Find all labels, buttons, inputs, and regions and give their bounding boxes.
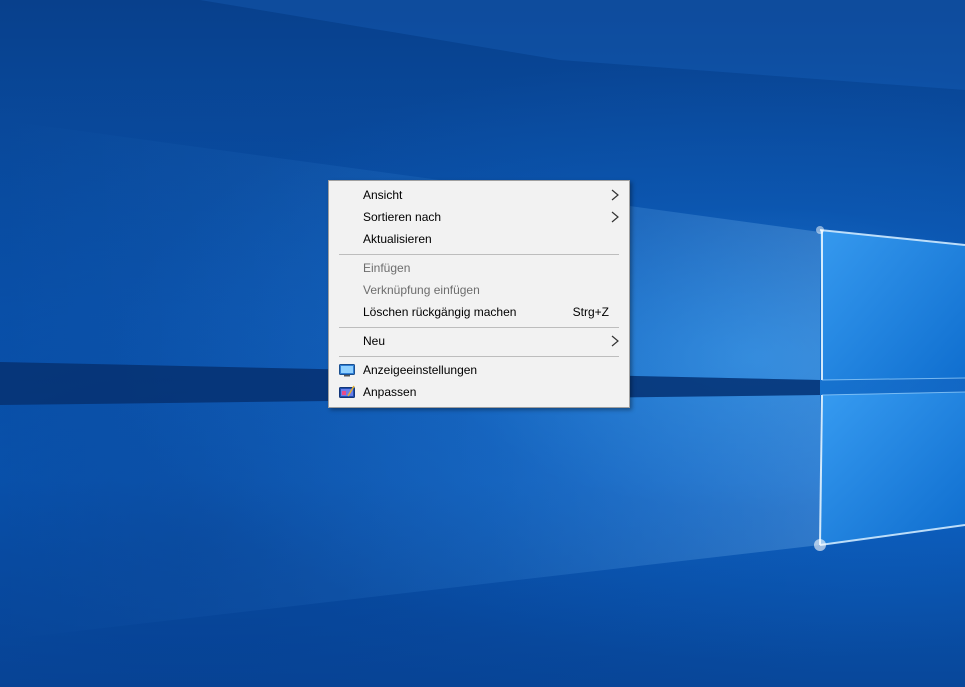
menu-item-shortcut: Strg+Z <box>572 305 609 319</box>
menu-item-label: Ansicht <box>363 188 403 202</box>
menu-item-paste: Einfügen <box>329 257 629 279</box>
chevron-right-icon <box>611 189 619 201</box>
menu-item-undo-delete[interactable]: Löschen rückgängig machen Strg+Z <box>329 301 629 323</box>
menu-item-label: Verknüpfung einfügen <box>363 283 480 297</box>
menu-item-paste-shortcut: Verknüpfung einfügen <box>329 279 629 301</box>
chevron-right-icon <box>611 211 619 223</box>
display-settings-icon <box>339 364 355 377</box>
menu-item-label: Anzeigeeinstellungen <box>363 363 478 377</box>
personalize-icon <box>339 385 355 398</box>
menu-item-label: Löschen rückgängig machen <box>363 305 517 319</box>
menu-item-label: Einfügen <box>363 261 411 275</box>
menu-separator <box>339 356 619 357</box>
menu-item-refresh[interactable]: Aktualisieren <box>329 228 629 250</box>
menu-item-personalize[interactable]: Anpassen <box>329 381 629 403</box>
chevron-right-icon <box>611 335 619 347</box>
menu-separator <box>339 327 619 328</box>
menu-item-view[interactable]: Ansicht <box>329 184 629 206</box>
menu-separator <box>339 254 619 255</box>
menu-item-label: Sortieren nach <box>363 210 442 224</box>
desktop-background[interactable]: Ansicht Sortieren nach Aktualisieren Ein… <box>0 0 965 687</box>
menu-item-label: Anpassen <box>363 385 417 399</box>
menu-item-new[interactable]: Neu <box>329 330 629 352</box>
menu-item-display-settings[interactable]: Anzeigeeinstellungen <box>329 359 629 381</box>
menu-item-sort-by[interactable]: Sortieren nach <box>329 206 629 228</box>
menu-item-label: Aktualisieren <box>363 232 432 246</box>
desktop-context-menu: Ansicht Sortieren nach Aktualisieren Ein… <box>328 180 630 408</box>
menu-item-label: Neu <box>363 334 386 348</box>
